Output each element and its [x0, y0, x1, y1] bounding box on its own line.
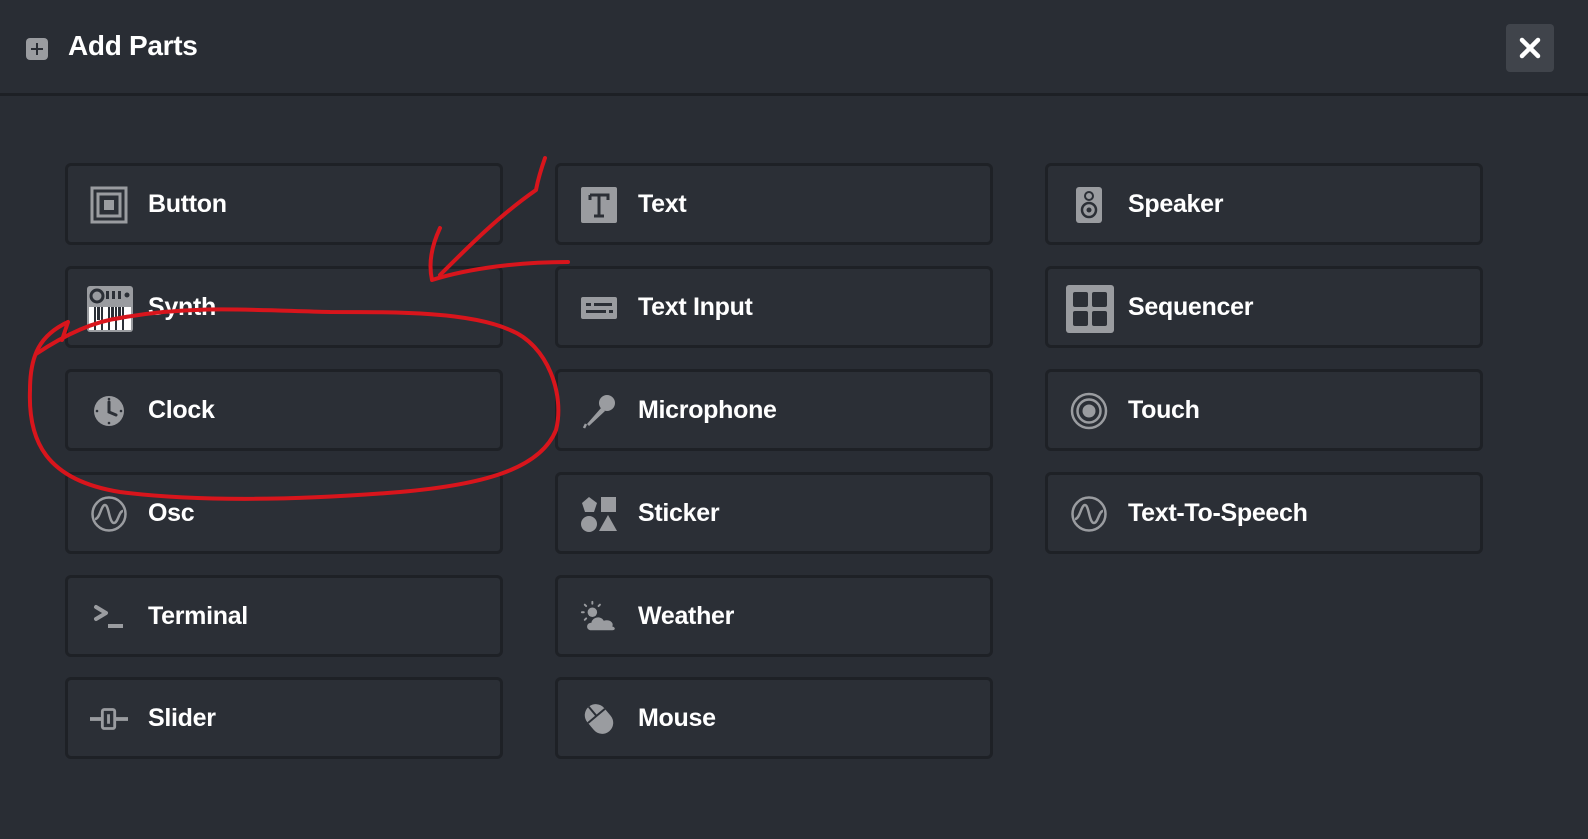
part-speaker[interactable]: Speaker — [1045, 163, 1483, 245]
part-label: Terminal — [148, 602, 248, 630]
part-label: Slider — [148, 704, 216, 732]
synth-icon — [86, 285, 134, 333]
part-label: Text Input — [638, 293, 753, 321]
modal-header: Add Parts — [0, 0, 1588, 96]
part-text[interactable]: Text — [555, 163, 993, 245]
part-button[interactable]: Button — [65, 163, 503, 245]
part-label: Text — [638, 190, 687, 218]
touch-icon — [1070, 392, 1108, 430]
part-text-to-speech[interactable]: Text-To-Speech — [1045, 472, 1483, 554]
part-sticker[interactable]: Sticker — [555, 472, 993, 554]
part-label: Touch — [1128, 396, 1200, 424]
part-label: Text-To-Speech — [1128, 499, 1308, 527]
part-label: Weather — [638, 602, 735, 630]
modal-title: Add Parts — [68, 30, 198, 61]
weather-icon — [580, 598, 618, 636]
part-label: Osc — [148, 499, 195, 527]
plus-square-icon — [26, 38, 48, 60]
part-weather[interactable]: Weather — [555, 575, 993, 657]
part-label: Clock — [148, 396, 215, 424]
shapes-icon — [580, 495, 618, 533]
oscillator-icon — [90, 495, 128, 533]
part-text-input[interactable]: Text Input — [555, 266, 993, 348]
part-label: Button — [148, 190, 227, 218]
part-touch[interactable]: Touch — [1045, 369, 1483, 451]
speaker-icon — [1070, 186, 1108, 224]
part-mouse[interactable]: Mouse — [555, 677, 993, 759]
close-icon — [1519, 37, 1541, 59]
part-synth[interactable]: Synth — [65, 266, 503, 348]
part-label: Sticker — [638, 499, 720, 527]
wave-circle-icon — [1070, 495, 1108, 533]
part-label: Mouse — [638, 704, 716, 732]
microphone-icon — [580, 392, 618, 430]
part-slider[interactable]: Slider — [65, 677, 503, 759]
part-label: Sequencer — [1128, 293, 1254, 321]
slider-icon — [90, 700, 128, 738]
button-icon — [90, 186, 128, 224]
clock-icon — [90, 392, 128, 430]
part-osc[interactable]: Osc — [65, 472, 503, 554]
part-clock[interactable]: Clock — [65, 369, 503, 451]
close-button[interactable] — [1506, 24, 1554, 72]
part-label: Speaker — [1128, 190, 1224, 218]
grid-icon — [1066, 285, 1114, 333]
mouse-icon — [580, 700, 618, 738]
part-label: Microphone — [638, 396, 777, 424]
text-icon — [580, 186, 618, 224]
part-label: Synth — [148, 293, 216, 321]
part-sequencer[interactable]: Sequencer — [1045, 266, 1483, 348]
terminal-icon — [90, 598, 128, 636]
keyboard-icon — [580, 289, 618, 327]
part-microphone[interactable]: Microphone — [555, 369, 993, 451]
part-terminal[interactable]: Terminal — [65, 575, 503, 657]
